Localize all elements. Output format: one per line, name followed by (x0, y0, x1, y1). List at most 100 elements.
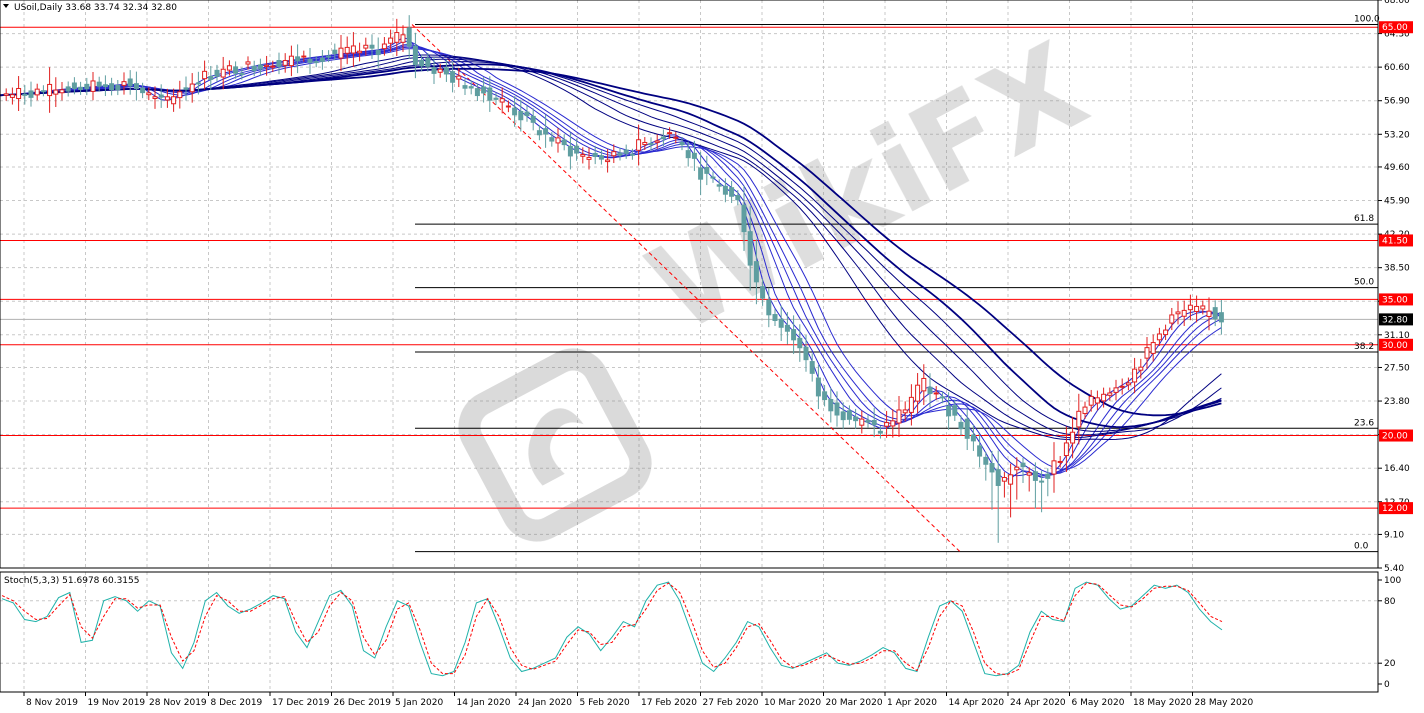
candle-body (1187, 304, 1193, 311)
candle-body (84, 83, 90, 90)
candle-body (592, 152, 598, 158)
candle-body (9, 94, 15, 98)
fib-label: 100.0 (1354, 14, 1380, 24)
candle-body (412, 45, 418, 66)
candle-body (617, 152, 623, 156)
candle-body (1101, 393, 1107, 402)
candle-body (1045, 473, 1051, 479)
candle-body (183, 87, 189, 90)
level-tag-label: 65.00 (1382, 23, 1408, 33)
candle-body (1001, 477, 1007, 482)
x-tick-label: 24 Apr 2020 (1010, 698, 1066, 708)
candle-body (648, 142, 654, 146)
candle-body (853, 416, 859, 422)
candle-body (524, 111, 530, 117)
candle-body (288, 55, 294, 67)
y-tick-label: 9.10 (1384, 530, 1404, 540)
x-tick-label: 14 Apr 2020 (949, 698, 1005, 708)
candle-body (1039, 480, 1045, 483)
y-tick-label: 56.90 (1384, 97, 1410, 107)
candle-body (388, 37, 394, 44)
x-tick-label: 8 Nov 2019 (26, 698, 78, 708)
candle-body (1138, 366, 1144, 371)
candle-body (195, 82, 201, 85)
candle-body (518, 110, 524, 121)
x-tick-label: 28 Nov 2019 (149, 698, 207, 708)
candle-body (65, 86, 71, 92)
candle-body (598, 155, 604, 160)
candle-body (96, 81, 102, 87)
candle-body (78, 86, 84, 90)
chart-canvas: WikiFX 100.061.850.038.223.60.0 68.0064.… (0, 0, 1424, 713)
candle-body (660, 136, 666, 140)
candle-body (722, 185, 728, 195)
candle-body (1008, 474, 1014, 485)
candle-body (295, 56, 301, 62)
candle-body (189, 83, 195, 93)
candle-body (970, 434, 976, 442)
candle-body (549, 137, 555, 142)
candle-body (530, 115, 536, 123)
y-tick-label: 68.00 (1384, 0, 1410, 6)
candle-body (784, 324, 790, 332)
candle-body (474, 88, 480, 97)
candle-body (127, 78, 133, 87)
level-tag-label: 30.00 (1382, 341, 1408, 351)
candle-body (921, 377, 927, 392)
candle-body (716, 184, 722, 187)
candle-body (1026, 472, 1032, 476)
candle-body (394, 32, 400, 43)
candle-body (468, 86, 474, 89)
candle-body (270, 65, 276, 68)
candle-body (840, 411, 846, 421)
candle-body (574, 145, 580, 154)
candle-body (636, 139, 642, 151)
candle-body (437, 68, 443, 73)
candle-body (673, 136, 679, 139)
x-tick-label: 1 Apr 2020 (887, 698, 937, 708)
candle-body (989, 463, 995, 473)
candle-body (1144, 347, 1150, 359)
level-tag-label: 41.50 (1382, 236, 1408, 246)
candle-body (877, 430, 883, 434)
candle-body (264, 64, 270, 67)
candle-body (177, 91, 183, 99)
x-tick-label: 26 Dec 2019 (334, 698, 392, 708)
candle-body (1150, 342, 1156, 354)
stoch-y-tick-label: 20 (1384, 659, 1396, 669)
stoch-y-tick-label: 80 (1384, 597, 1396, 607)
candle-body (580, 154, 586, 157)
x-tick-label: 17 Dec 2019 (272, 698, 330, 708)
candle-body (1057, 460, 1063, 463)
candle-body (1156, 333, 1162, 341)
x-tick-label: 17 Feb 2020 (641, 698, 697, 708)
candle-body (1070, 431, 1076, 444)
candle-body (772, 314, 778, 322)
candle-body (338, 47, 344, 59)
candle-body (59, 89, 65, 94)
y-tick-label: 38.50 (1384, 264, 1410, 274)
candle-body (158, 94, 164, 98)
candle-body (251, 65, 257, 72)
y-tick-label: 60.60 (1384, 63, 1410, 73)
candle-body (766, 299, 772, 316)
x-tick-label: 5 Feb 2020 (580, 698, 631, 708)
x-tick-label: 28 May 2020 (1195, 698, 1254, 708)
candle-body (685, 150, 691, 159)
candle-body (1169, 314, 1175, 324)
y-tick-label: 27.50 (1384, 363, 1410, 373)
candle-body (1020, 462, 1026, 468)
candle-body (344, 46, 350, 54)
candle-body (40, 90, 46, 93)
candle-body (1181, 309, 1187, 317)
candle-body (214, 69, 220, 77)
candle-body (1014, 466, 1020, 471)
candle-body (1200, 305, 1206, 310)
candle-body (487, 87, 493, 101)
candle-body (846, 410, 852, 420)
candle-body (1212, 307, 1218, 320)
candle-body (567, 145, 573, 157)
candle-body (1125, 382, 1131, 386)
candle-body (462, 85, 468, 89)
candle-body (369, 44, 375, 49)
